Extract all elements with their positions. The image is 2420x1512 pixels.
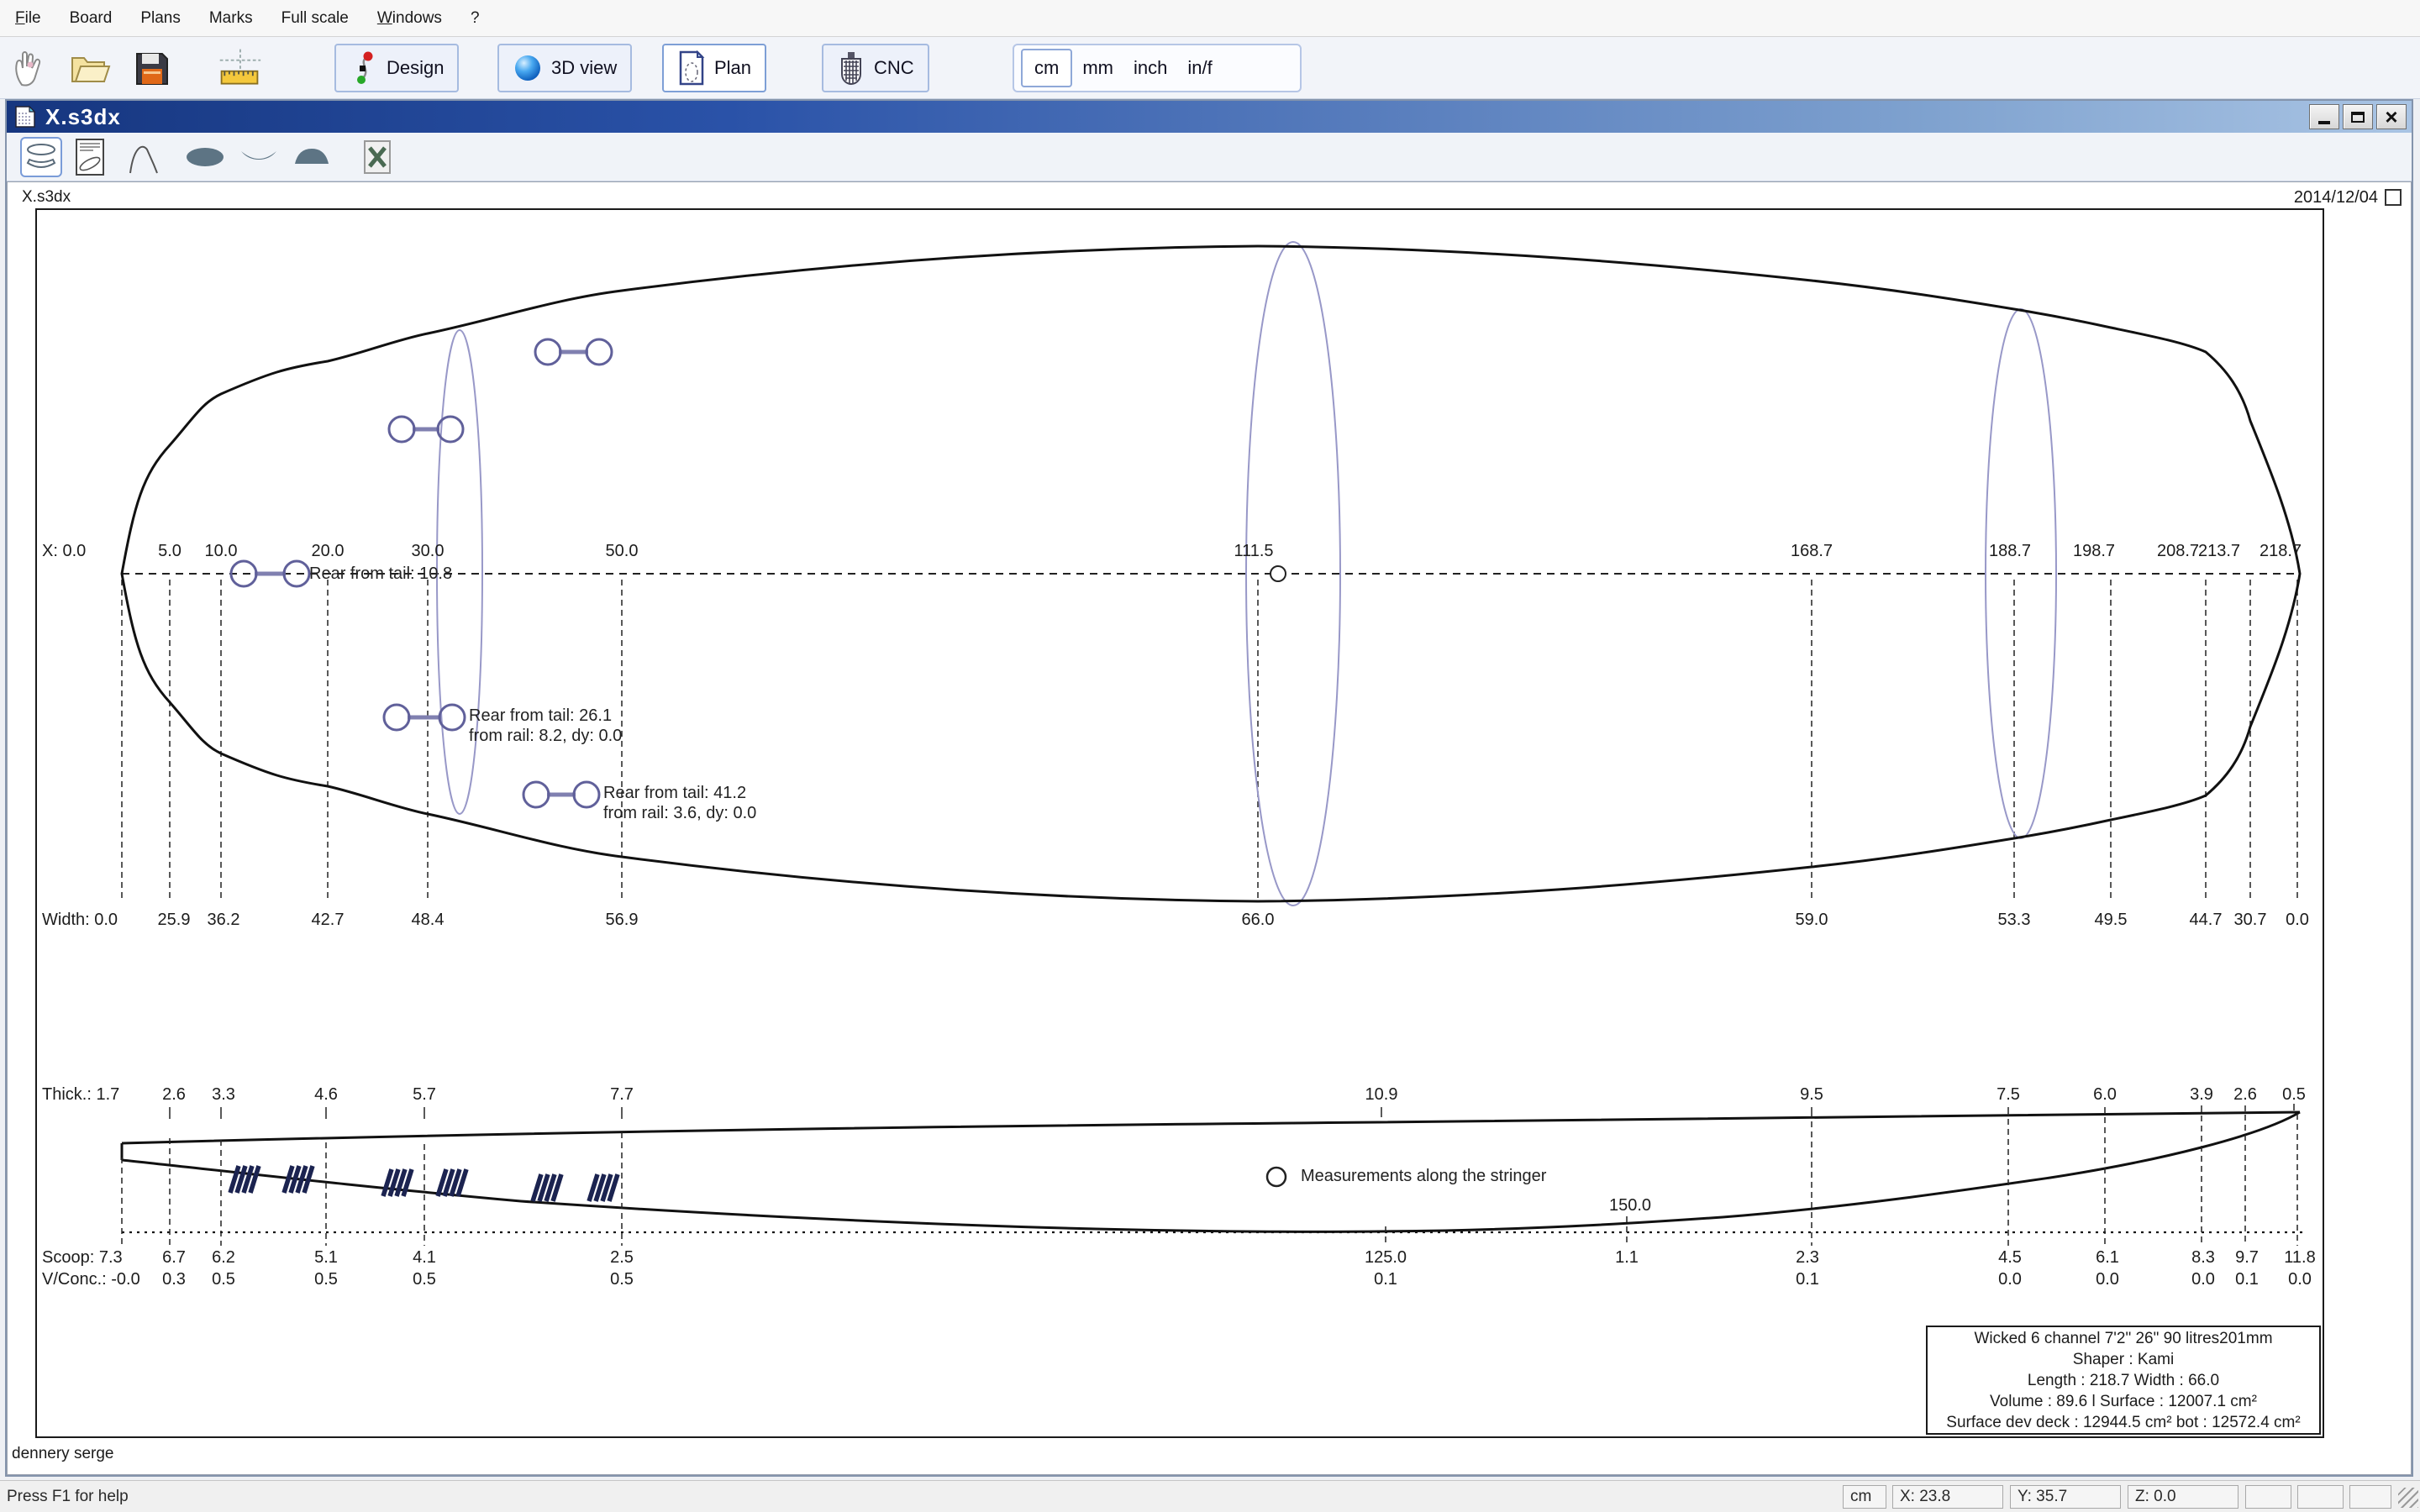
document-icon <box>13 105 37 129</box>
open-folder-icon[interactable] <box>67 45 113 91</box>
maximize-button[interactable] <box>2343 104 2373 129</box>
unit-inf[interactable]: in/f <box>1177 49 1222 87</box>
board-shaper: Shaper : Kami <box>1928 1349 2319 1370</box>
close-icon: × <box>2385 106 2397 128</box>
menu-item-board[interactable]: Board <box>70 9 113 28</box>
board-canvas <box>35 208 2324 1438</box>
window-controls: × <box>2309 104 2407 129</box>
unit-mm[interactable]: mm <box>1072 49 1123 87</box>
minimize-button[interactable] <box>2309 104 2339 129</box>
menu-item-plans[interactable]: Plans <box>140 9 181 28</box>
outline-views-icon[interactable] <box>20 137 62 177</box>
cnc-tool-icon <box>837 50 865 86</box>
board-dimensions: Length : 218.7 Width : 66.0 <box>1928 1370 2319 1391</box>
unit-inch[interactable]: inch <box>1123 49 1177 87</box>
status-help-text: Press F1 for help <box>7 1488 129 1506</box>
date-checkbox[interactable] <box>2385 189 2402 206</box>
menu-bar: File Board Plans Marks Full scale Windows? <box>0 0 2420 37</box>
spec-sheet-icon[interactable] <box>71 137 108 177</box>
board-model: Wicked 6 channel 7'2" 26" 90 litres201mm <box>1928 1328 2319 1349</box>
application-window: File Board Plans Marks Full scale Windows? <box>0 0 2420 1512</box>
board-info-box: Wicked 6 channel 7'2" 26" 90 litres201mm… <box>1926 1326 2321 1435</box>
ruler-icon[interactable] <box>217 45 262 91</box>
view-toolbar <box>7 133 2412 181</box>
unit-cm[interactable]: cm <box>1021 49 1072 87</box>
cnc-button-label: CNC <box>874 57 914 79</box>
close-button[interactable]: × <box>2376 104 2407 129</box>
status-x-coordinate: X: 23.8 <box>1892 1485 2003 1509</box>
status-y-coordinate: Y: 35.7 <box>2010 1485 2121 1509</box>
menu-item-file[interactable]: File <box>15 9 41 28</box>
excel-export-icon[interactable] <box>359 137 396 177</box>
units-group: cm mm inch in/f <box>1013 44 1302 92</box>
maximize-icon <box>2351 112 2365 123</box>
menu-item-windows[interactable]: Windows <box>377 9 442 28</box>
plan-button-label: Plan <box>714 57 751 79</box>
status-z-coordinate: Z: 0.0 <box>2128 1485 2238 1509</box>
plan-button[interactable]: Plan <box>662 44 766 92</box>
cnc-button[interactable]: CNC <box>822 44 929 92</box>
deck-shape-icon[interactable] <box>292 137 331 177</box>
menu-item-help[interactable]: ? <box>471 9 480 28</box>
plan-page-icon <box>677 50 706 86</box>
menu-item-marks[interactable]: Marks <box>209 9 253 28</box>
design-icon <box>350 51 378 85</box>
bottom-shape-icon[interactable] <box>239 137 279 177</box>
menu-item-full-scale[interactable]: Full scale <box>281 9 349 28</box>
hand-tool-icon[interactable] <box>6 45 51 91</box>
status-unit: cm <box>1843 1485 1886 1509</box>
main-toolbar: Design 3D view Plan <box>0 37 2420 99</box>
minimize-icon <box>2318 121 2330 124</box>
window-title: X.s3dx <box>45 104 121 130</box>
document-date: 2014/12/04 <box>2210 188 2378 207</box>
3d-view-button[interactable]: 3D view <box>497 44 632 92</box>
author-name: dennery serge <box>12 1445 113 1463</box>
status-empty-cell <box>2349 1485 2391 1509</box>
status-empty-cell <box>2297 1485 2344 1509</box>
status-bar: Press F1 for help cm X: 23.8 Y: 35.7 Z: … <box>0 1480 2420 1512</box>
document-tab-label: X.s3dx <box>22 188 71 207</box>
design-button[interactable]: Design <box>334 44 459 92</box>
resize-grip[interactable] <box>2398 1488 2418 1508</box>
board-dev-surfaces: Surface dev deck : 12944.5 cm² bot : 125… <box>1928 1412 2319 1433</box>
3d-sphere-icon <box>513 53 543 83</box>
board-volume-surface: Volume : 89.6 l Surface : 12007.1 cm² <box>1928 1391 2319 1412</box>
stringer-measurements-toggle[interactable]: Measurements along the stringer <box>1301 1167 1546 1186</box>
3d-view-button-label: 3D view <box>551 57 617 79</box>
rocker-curve-icon[interactable] <box>125 137 164 177</box>
design-button-label: Design <box>387 57 444 79</box>
window-title-bar[interactable]: X.s3dx × <box>7 101 2412 133</box>
plan-shape-icon[interactable] <box>184 137 226 177</box>
status-empty-cell <box>2245 1485 2291 1509</box>
save-icon[interactable] <box>129 45 174 91</box>
